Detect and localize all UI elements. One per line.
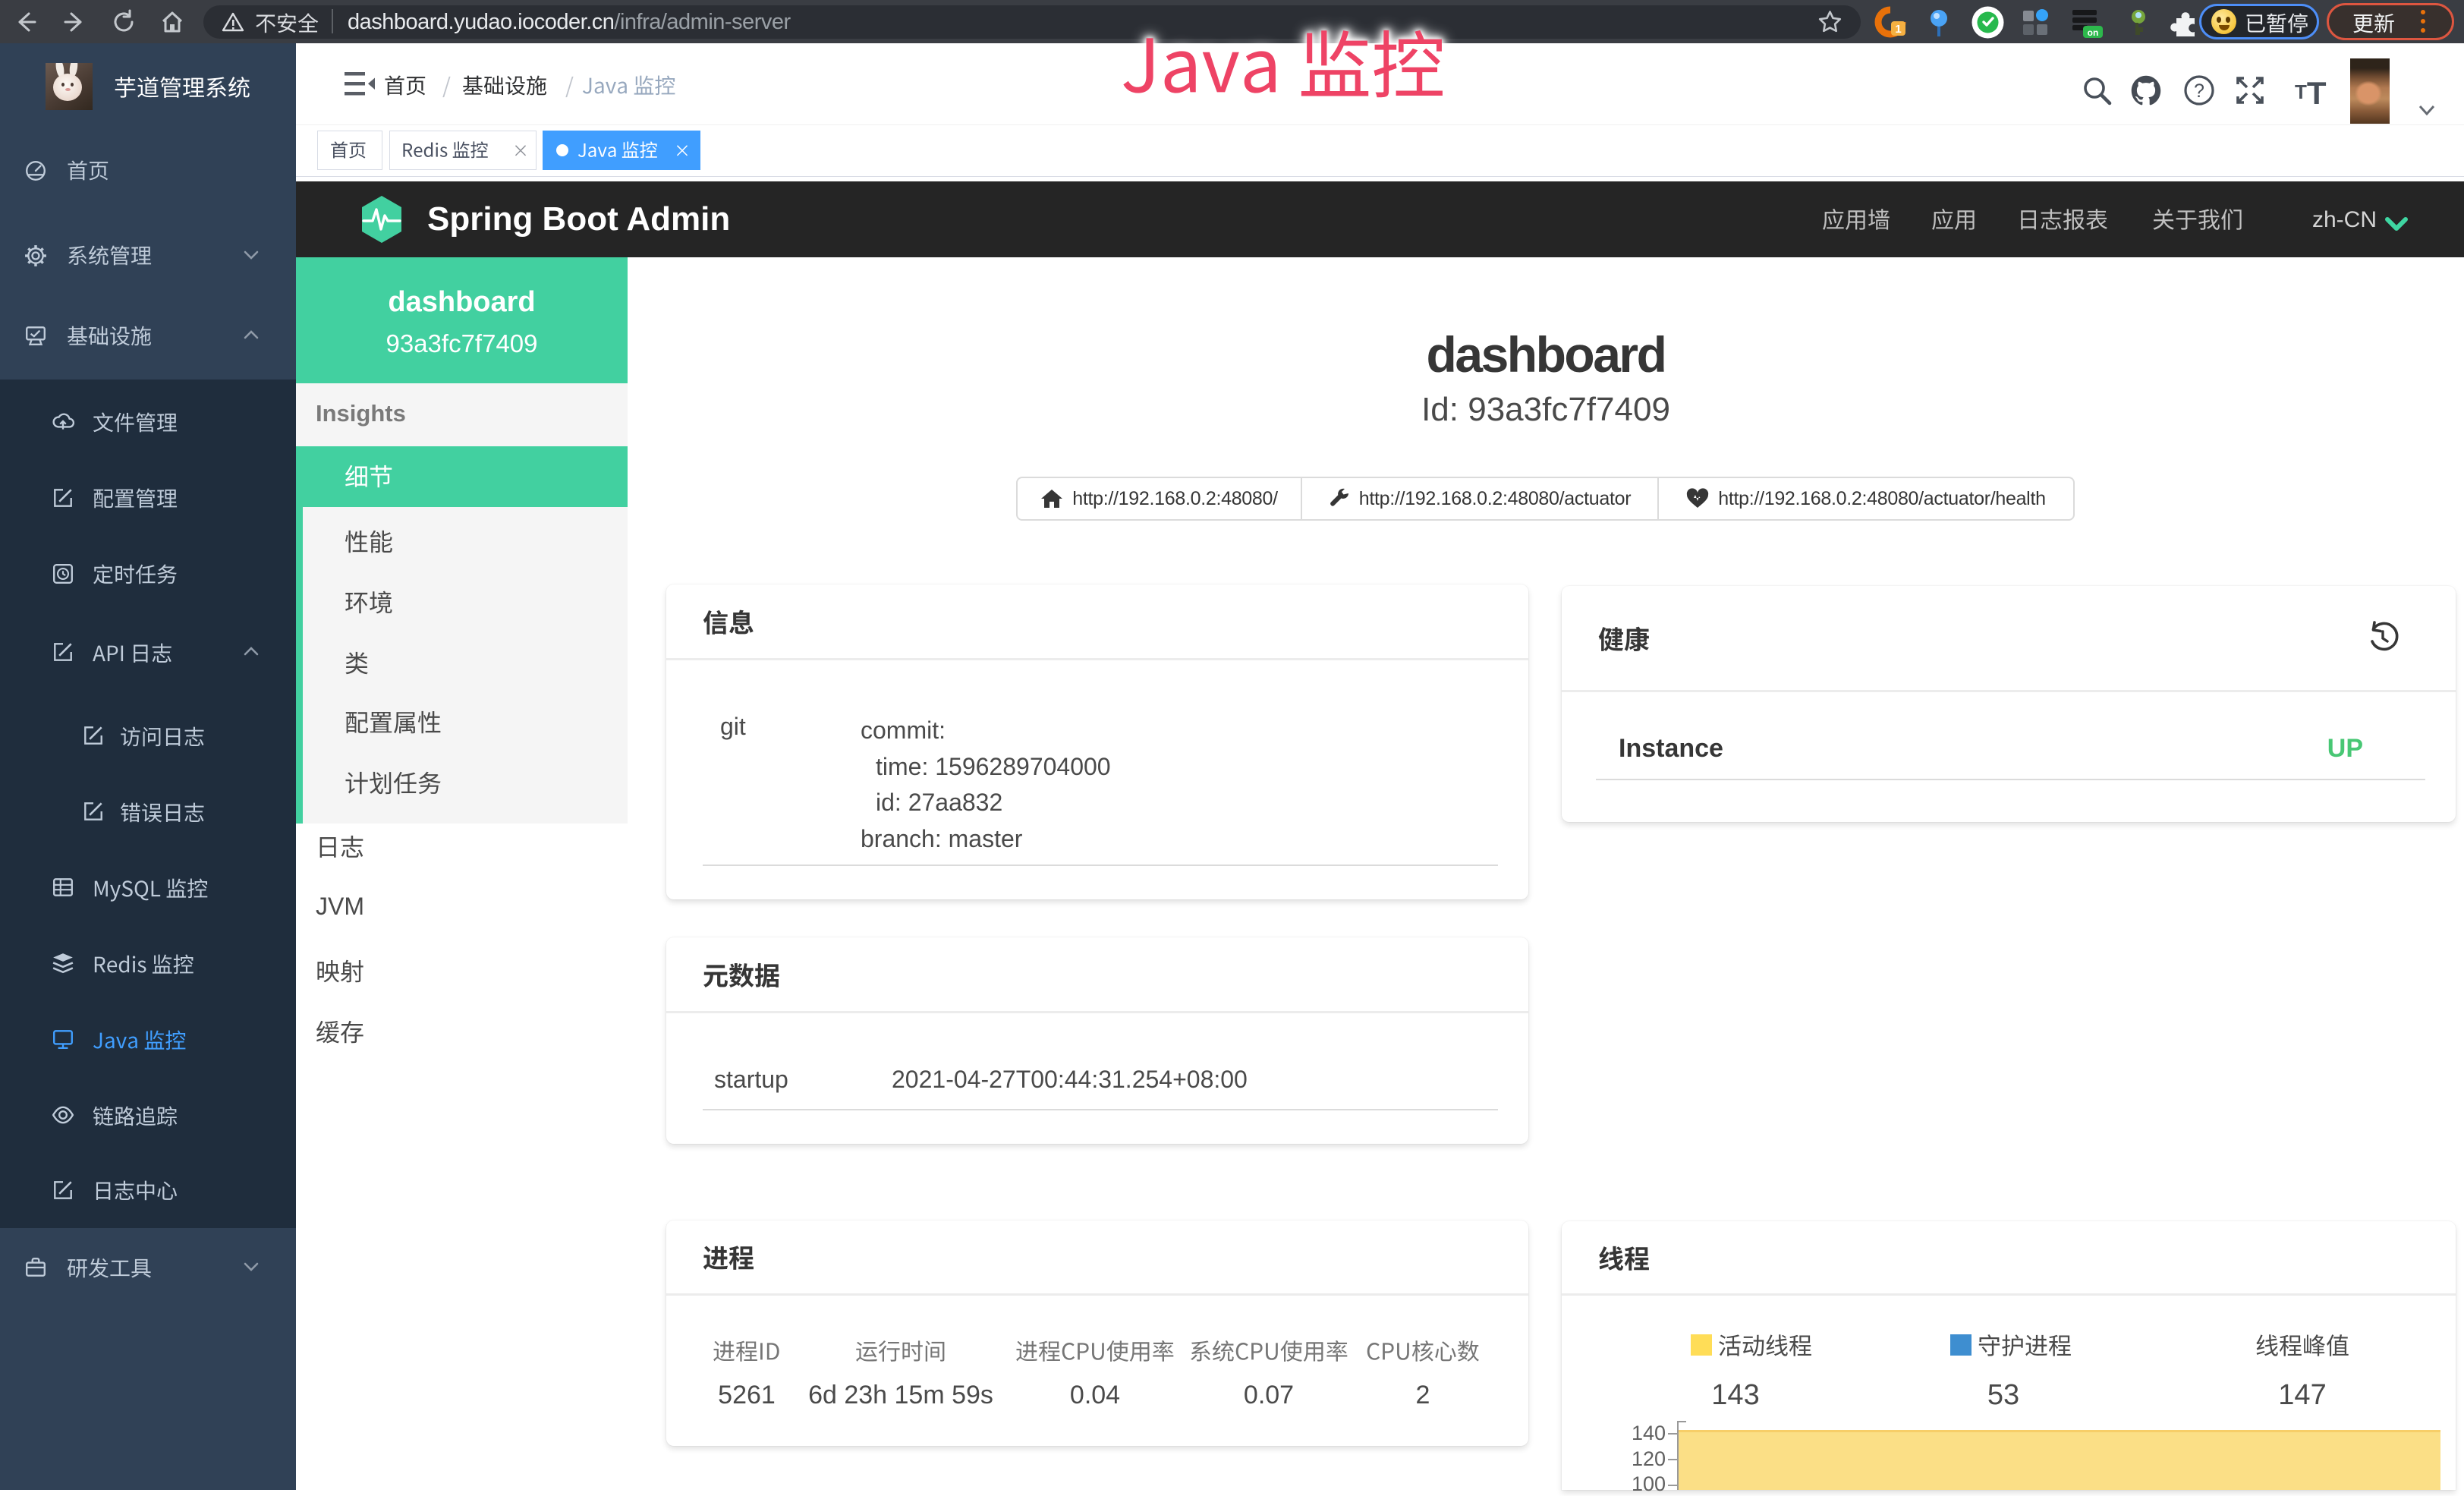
svg-text:?: ?	[2194, 80, 2204, 102]
svg-text:1: 1	[1895, 23, 1901, 36]
svg-text:on: on	[2088, 27, 2099, 38]
